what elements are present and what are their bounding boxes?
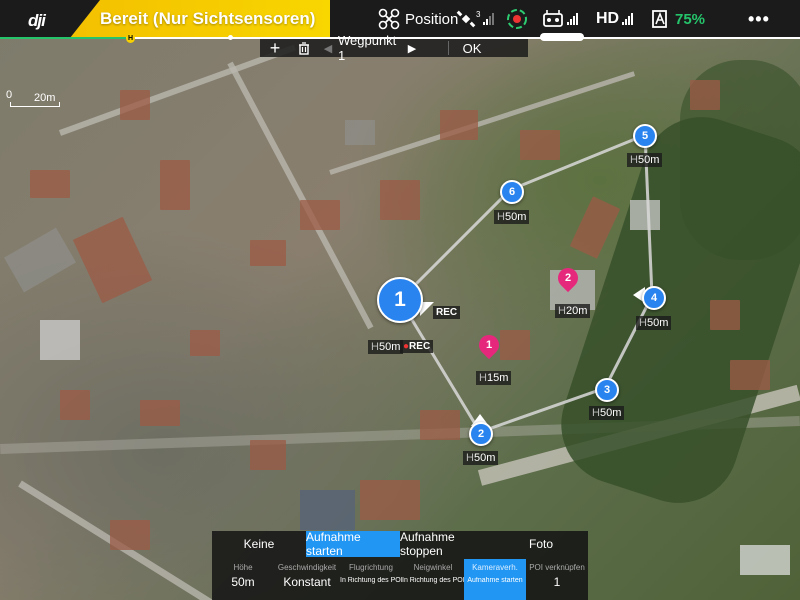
satellite-map[interactable]: 0 20m 1 H50m ●REC REC 2 H50m 3 H50m 4 H5… — [0, 0, 800, 600]
satellite-icon — [456, 10, 476, 28]
param-camera-action[interactable]: Kameraverh. Aufnahme starten — [464, 559, 526, 600]
video-signal[interactable]: HD — [596, 0, 634, 38]
delete-waypoint-button[interactable] — [290, 39, 318, 57]
dji-logo: dji — [28, 11, 46, 30]
ok-button[interactable]: OK — [451, 39, 493, 57]
param-flight-direction[interactable]: Flugrichtung In Richtung des POI — [340, 559, 402, 600]
waypoint-1-height: H50m — [368, 340, 404, 354]
battery-percent: 75% — [675, 10, 706, 28]
obstacle-sensing-status[interactable] — [504, 0, 530, 38]
trash-icon — [299, 41, 309, 55]
param-speed[interactable]: Geschwindigkeit Konstant — [274, 559, 340, 600]
home-point-marker: H — [126, 34, 135, 43]
tab-aufnahme-starten[interactable]: Aufnahme starten — [306, 530, 400, 558]
action-tabs: Keine Aufnahme starten Aufnahme stoppen … — [212, 530, 588, 558]
waypoint-parameters: Höhe 50m Geschwindigkeit Konstant Flugri… — [212, 559, 588, 600]
top-status-bar: dji Bereit (Nur Sichtsensoren) Position … — [0, 0, 800, 41]
param-tilt-angle[interactable]: Neigwinkel In Richtung des POI — [402, 559, 464, 600]
waypoint-selector[interactable]: Wegpunkt 1 — [338, 33, 400, 63]
tab-keine[interactable]: Keine — [212, 531, 306, 557]
poi-2-height: H20m — [555, 304, 591, 318]
waypoint-action-panel: Keine Aufnahme starten Aufnahme stoppen … — [212, 530, 588, 600]
gps-status[interactable]: 3 — [456, 0, 495, 38]
waypoint-3-height: H50m — [589, 406, 625, 420]
add-waypoint-button[interactable]: + — [260, 38, 290, 58]
waypoint-4[interactable]: 4 — [642, 286, 666, 310]
drone-icon — [378, 8, 400, 30]
status-text: Bereit (Nur Sichtsensoren) — [100, 9, 316, 28]
waypoint-3[interactable]: 3 — [595, 378, 619, 402]
rec-badge-2: REC — [433, 306, 461, 319]
waypoint-toolbar: + ◀ Wegpunkt 1 ▶ OK — [260, 33, 528, 63]
tab-foto[interactable]: Foto — [494, 531, 588, 557]
rec-badge: ●REC — [400, 340, 434, 353]
waypoint-2-height: H50m — [463, 451, 499, 465]
waypoint-2[interactable]: 2 — [469, 422, 493, 446]
obstacle-icon — [507, 9, 527, 29]
battery-icon — [652, 10, 667, 28]
waypoint-4-height: H50m — [636, 316, 672, 330]
tab-aufnahme-stoppen[interactable]: Aufnahme stoppen — [400, 530, 494, 558]
param-height[interactable]: Höhe 50m — [212, 559, 274, 600]
remote-controller-icon — [543, 10, 563, 27]
poi-1-pin-icon[interactable]: 1 — [474, 330, 504, 360]
param-link-poi[interactable]: POI verknüpfen 1 — [526, 559, 588, 600]
poi-1-height: H15m — [476, 371, 512, 385]
waypoint-6-height: H50m — [494, 210, 530, 224]
waypoint-5[interactable]: 5 — [633, 124, 657, 148]
poi-2-pin-icon[interactable]: 2 — [553, 263, 583, 293]
battery-status[interactable]: 75% — [650, 0, 705, 38]
menu-icon[interactable]: ••• — [748, 0, 770, 38]
previous-waypoint-button[interactable]: ◀ — [318, 39, 338, 57]
divider — [448, 41, 449, 55]
waypoint-5-height: H50m — [627, 153, 663, 167]
progress-marker — [228, 35, 233, 40]
waypoint-1[interactable]: 1 — [377, 277, 423, 323]
waypoint-6[interactable]: 6 — [500, 180, 524, 204]
next-waypoint-button[interactable]: ▶ — [400, 39, 424, 57]
